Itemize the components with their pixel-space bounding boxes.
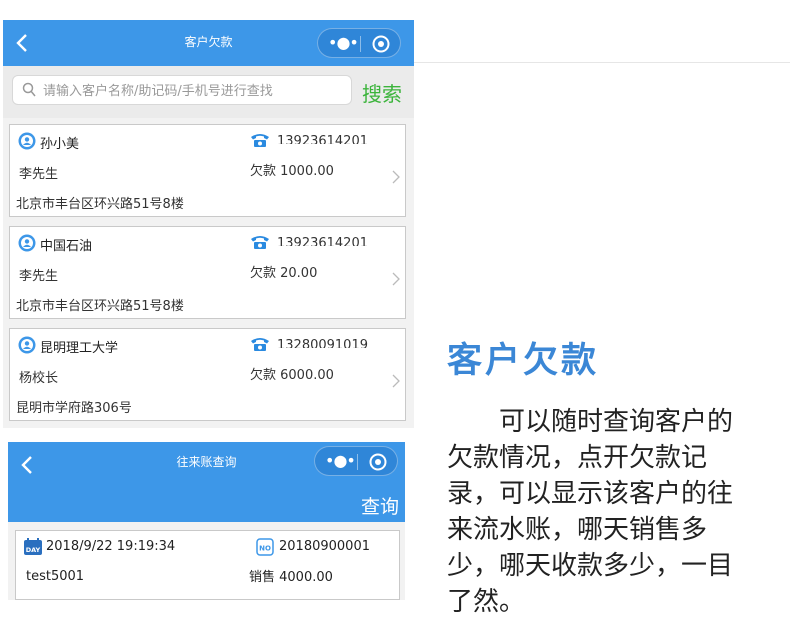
customer-name: 中国石油 (40, 239, 93, 254)
person-icon (18, 336, 36, 354)
mini-program-capsule: •●• (317, 28, 401, 58)
person-icon (18, 132, 36, 150)
number-badge-icon: NO (256, 538, 274, 556)
no-badge-text: NO (259, 545, 271, 553)
chevron-right-icon[interactable] (392, 374, 400, 388)
more-dots-icon[interactable]: •●• (328, 35, 359, 51)
customer-contact: 李先生 (19, 167, 59, 182)
search-icon (22, 82, 36, 97)
day-badge-text: DAY (26, 546, 41, 554)
person-icon (18, 234, 36, 252)
customer-address: 昆明市学府路306号 (16, 401, 132, 416)
target-icon[interactable] (369, 453, 387, 471)
capsule-divider (360, 36, 361, 52)
phone-icon[interactable] (250, 336, 270, 352)
customer-address: 北京市丰台区环兴路51号8楼 (16, 299, 184, 314)
customer-phone[interactable]: 13923614201 (277, 131, 387, 144)
phone-icon[interactable] (250, 234, 270, 250)
divider-line (414, 62, 790, 63)
phone-icon[interactable] (250, 132, 270, 148)
customer-debt: 欠款 1000.00 (250, 164, 334, 179)
customer-name: 昆明理工大学 (40, 341, 119, 356)
customer-card[interactable]: 中国石油 13923614201 李先生 欠款 20.00 北京市丰台区环兴路5… (9, 226, 406, 319)
record-user: test5001 (26, 569, 85, 584)
transaction-record[interactable]: DAY 2018/9/22 19:19:34 NO 20180900001 te… (15, 530, 400, 600)
customer-name: 孙小美 (40, 137, 80, 152)
customer-contact: 李先生 (19, 269, 59, 284)
capsule-divider (357, 454, 358, 470)
customer-address: 北京市丰台区环兴路51号8楼 (16, 197, 184, 212)
query-button[interactable]: 查询 (361, 492, 399, 519)
chevron-right-icon[interactable] (392, 170, 400, 184)
mini-program-capsule: •●• (314, 446, 398, 476)
search-box[interactable] (12, 75, 352, 105)
target-icon[interactable] (372, 35, 390, 53)
search-bar: 搜索 (3, 66, 414, 118)
customer-debt-screen: 客户欠款 •●• 搜索 孙小美 13923614201 李先生 欠款 1000.… (3, 20, 414, 428)
nav-bar: 客户欠款 •●• (3, 20, 414, 66)
nav-bar: 往来账查询 •●• 查询 (8, 442, 405, 522)
customer-phone[interactable]: 13923614201 (277, 233, 387, 246)
account-query-screen: 往来账查询 •●• 查询 DAY 2018/9/22 19:19:34 NO 2… (8, 442, 405, 600)
record-sale: 销售 4000.00 (249, 570, 333, 585)
more-dots-icon[interactable]: •●• (325, 453, 356, 469)
chevron-right-icon[interactable] (392, 272, 400, 286)
search-input[interactable] (41, 79, 345, 103)
customer-contact: 杨校长 (19, 371, 59, 386)
promo-description: 可以随时查询客户的欠款情况，点开欠款记录，可以显示该客户的往来流水账，哪天销售多… (447, 407, 734, 617)
customer-card[interactable]: 孙小美 13923614201 李先生 欠款 1000.00 北京市丰台区环兴路… (9, 124, 406, 217)
record-order-no: 20180900001 (279, 539, 370, 554)
customer-debt: 欠款 20.00 (250, 266, 318, 281)
promo-headline: 客户欠款 (447, 340, 600, 381)
customer-debt: 欠款 6000.00 (250, 368, 334, 383)
customer-card[interactable]: 昆明理工大学 13280091019 杨校长 欠款 6000.00 昆明市学府路… (9, 328, 406, 421)
calendar-day-icon: DAY (24, 538, 42, 555)
customer-phone[interactable]: 13280091019 (277, 335, 387, 348)
record-datetime: 2018/9/22 19:19:34 (46, 539, 176, 554)
search-button[interactable]: 搜索 (362, 78, 402, 107)
